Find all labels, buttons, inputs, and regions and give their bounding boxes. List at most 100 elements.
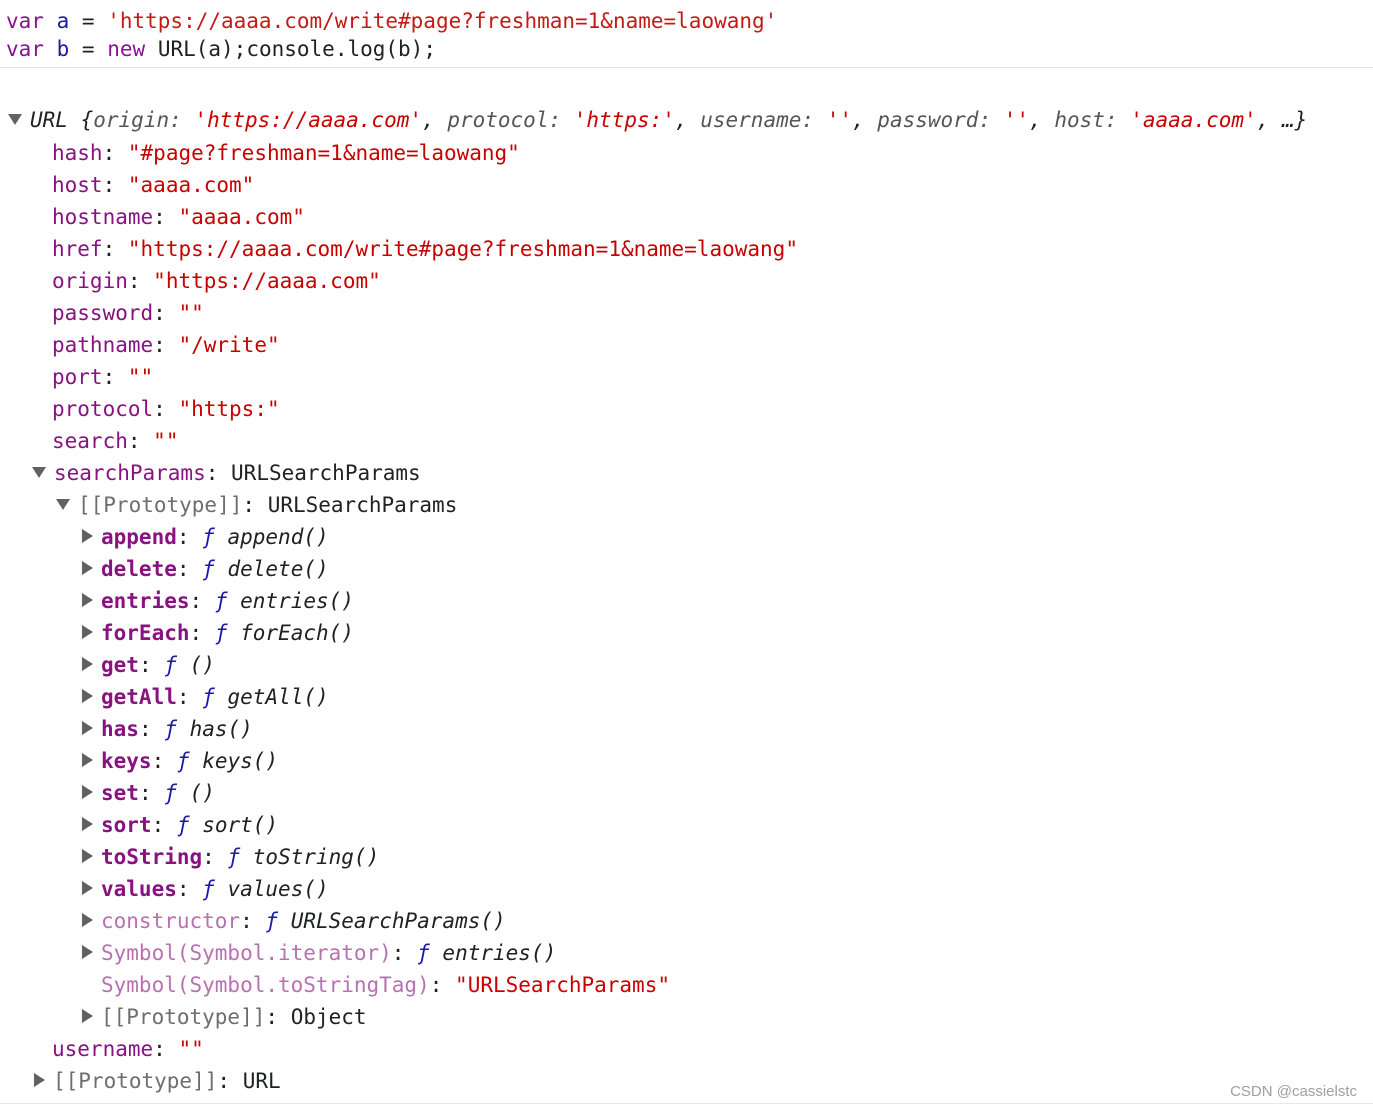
- expand-right-icon[interactable]: [82, 913, 93, 927]
- function-name: keys(): [202, 749, 279, 773]
- prop-key: username: [52, 1037, 154, 1061]
- prop-row-href: href: "https://aaaa.com/write#page?fresh…: [52, 237, 798, 261]
- prop-value: URL: [242, 1069, 281, 1093]
- prop-key: port: [52, 365, 103, 389]
- symbol-iterator-row[interactable]: Symbol(Symbol.iterator): ƒ entries(): [82, 937, 556, 969]
- expand-down-icon[interactable]: [8, 113, 22, 125]
- prop-value: "": [127, 365, 154, 389]
- prototype-row-url[interactable]: [[Prototype]]: URL: [34, 1065, 281, 1097]
- function-f-icon: ƒ: [214, 589, 228, 613]
- function-f-icon: ƒ: [176, 749, 190, 773]
- code-line-2: var b = new URL(a);console.log(b);: [6, 35, 436, 63]
- code-rest: URL(a);console.log(b);: [157, 37, 436, 61]
- prop-value: "#page?freshman=1&name=laowang": [127, 141, 520, 165]
- prop-value: URLSearchParams: [267, 493, 458, 517]
- method-row-values[interactable]: values: ƒ values(): [82, 873, 329, 905]
- expand-right-icon[interactable]: [82, 561, 93, 575]
- method-key: get: [101, 653, 139, 677]
- function-f-icon: ƒ: [417, 941, 430, 965]
- function-name: append(): [227, 525, 329, 549]
- method-row-tostring[interactable]: toString: ƒ toString(): [82, 841, 379, 873]
- prop-row-username: username: "": [52, 1037, 204, 1061]
- expand-right-icon[interactable]: [82, 881, 93, 895]
- method-row-get[interactable]: get: ƒ (): [82, 649, 215, 681]
- method-key: set: [101, 781, 139, 805]
- expand-right-icon[interactable]: [82, 1009, 93, 1023]
- prop-value: "/write": [178, 333, 280, 357]
- expand-right-icon[interactable]: [82, 689, 93, 703]
- expand-down-icon[interactable]: [56, 498, 70, 510]
- prototype-key: [[Prototype]]: [78, 493, 243, 517]
- code-line-1: var a = 'https://aaaa.com/write#page?fre…: [6, 7, 777, 35]
- function-name: forEach(): [240, 621, 354, 645]
- method-row-entries[interactable]: entries: ƒ entries(): [82, 585, 354, 617]
- method-row-set[interactable]: set: ƒ (): [82, 777, 215, 809]
- prop-row-port: port: "": [52, 365, 154, 389]
- expand-right-icon[interactable]: [82, 785, 93, 799]
- prop-value: "aaaa.com": [178, 205, 305, 229]
- function-name: has(): [189, 717, 253, 741]
- var-name: a: [56, 9, 70, 33]
- method-row-delete[interactable]: delete: ƒ delete(): [82, 553, 329, 585]
- function-f-icon: ƒ: [202, 557, 215, 581]
- url-object-summary[interactable]: URL {origin: 'https://aaaa.com', protoco…: [8, 104, 1307, 136]
- var-name: b: [56, 37, 70, 61]
- method-key: delete: [101, 557, 177, 581]
- method-row-getall[interactable]: getAll: ƒ getAll(): [82, 681, 329, 713]
- expand-right-icon[interactable]: [34, 1073, 45, 1087]
- function-name: entries(): [240, 589, 354, 613]
- prop-row-hash: hash: "#page?freshman=1&name=laowang": [52, 141, 520, 165]
- expand-right-icon[interactable]: [82, 817, 93, 831]
- method-row-foreach[interactable]: forEach: ƒ forEach(): [82, 617, 354, 649]
- method-key: getAll: [101, 685, 177, 709]
- method-key: entries: [101, 589, 190, 613]
- function-name: (): [189, 653, 215, 677]
- prop-row-hostname: hostname: "aaaa.com": [52, 205, 305, 229]
- prop-row-origin: origin: "https://aaaa.com": [52, 269, 381, 293]
- constructor-row[interactable]: constructor: ƒ URLSearchParams(): [82, 905, 506, 937]
- prototype-row-object[interactable]: [[Prototype]]: Object: [82, 1001, 367, 1033]
- function-f-icon: ƒ: [176, 813, 190, 837]
- expand-right-icon[interactable]: [82, 753, 93, 767]
- expand-down-icon[interactable]: [32, 466, 46, 478]
- function-f-icon: ƒ: [202, 685, 215, 709]
- expand-right-icon[interactable]: [82, 657, 93, 671]
- expand-right-icon[interactable]: [82, 849, 93, 863]
- constructor-key: constructor: [101, 909, 241, 933]
- prototype-row-urlsearchparams[interactable]: [[Prototype]]: URLSearchParams: [56, 489, 457, 521]
- function-f-icon: ƒ: [164, 653, 177, 677]
- assign-op: =: [81, 37, 95, 61]
- expand-right-icon[interactable]: [82, 593, 93, 607]
- prop-key: protocol: [52, 397, 154, 421]
- symbol-key: Symbol(Symbol.iterator): [101, 941, 392, 965]
- function-f-icon: ƒ: [227, 845, 241, 869]
- var-keyword: var: [6, 9, 44, 33]
- function-name: URLSearchParams(): [290, 909, 506, 933]
- prop-key: hostname: [52, 205, 154, 229]
- console-input-area[interactable]: var a = 'https://aaaa.com/write#page?fre…: [0, 0, 1373, 68]
- method-row-keys[interactable]: keys: ƒ keys(): [82, 745, 278, 777]
- function-f-icon: ƒ: [164, 717, 177, 741]
- prop-row-searchparams[interactable]: searchParams: URLSearchParams: [32, 457, 421, 489]
- function-name: getAll(): [227, 685, 329, 709]
- method-key: forEach: [101, 621, 190, 645]
- method-row-has[interactable]: has: ƒ has(): [82, 713, 253, 745]
- method-key: values: [101, 877, 177, 901]
- expand-right-icon[interactable]: [82, 721, 93, 735]
- method-row-append[interactable]: append: ƒ append(): [82, 521, 329, 553]
- symbol-key: Symbol(Symbol.toStringTag): [101, 973, 430, 997]
- prop-key: pathname: [52, 333, 154, 357]
- function-f-icon: ƒ: [202, 525, 215, 549]
- csdn-watermark: CSDN @cassielstc: [1230, 1083, 1357, 1100]
- function-f-icon: ƒ: [202, 877, 215, 901]
- expand-right-icon[interactable]: [82, 529, 93, 543]
- expand-right-icon[interactable]: [82, 945, 93, 959]
- method-row-sort[interactable]: sort: ƒ sort(): [82, 809, 278, 841]
- prop-key: origin: [52, 269, 128, 293]
- assign-op: =: [81, 9, 95, 33]
- function-name: toString(): [252, 845, 380, 869]
- prop-value: "https://aaaa.com/write#page?freshman=1&…: [127, 237, 798, 261]
- prop-value: "": [153, 429, 179, 453]
- expand-right-icon[interactable]: [82, 625, 93, 639]
- prop-key: hash: [52, 141, 103, 165]
